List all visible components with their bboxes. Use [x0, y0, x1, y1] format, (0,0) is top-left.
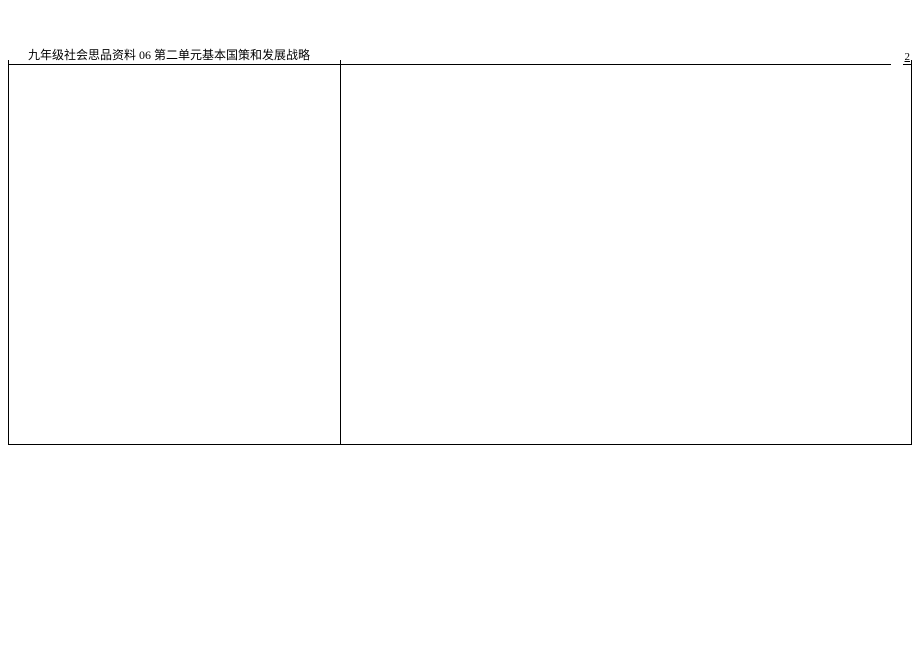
- table-left-column: [8, 60, 341, 445]
- table-right-column: [341, 60, 912, 445]
- content-table: [8, 60, 912, 445]
- document-page: 九年级社会思品资料 06 第二单元基本国策和发展战略 2: [8, 46, 912, 67]
